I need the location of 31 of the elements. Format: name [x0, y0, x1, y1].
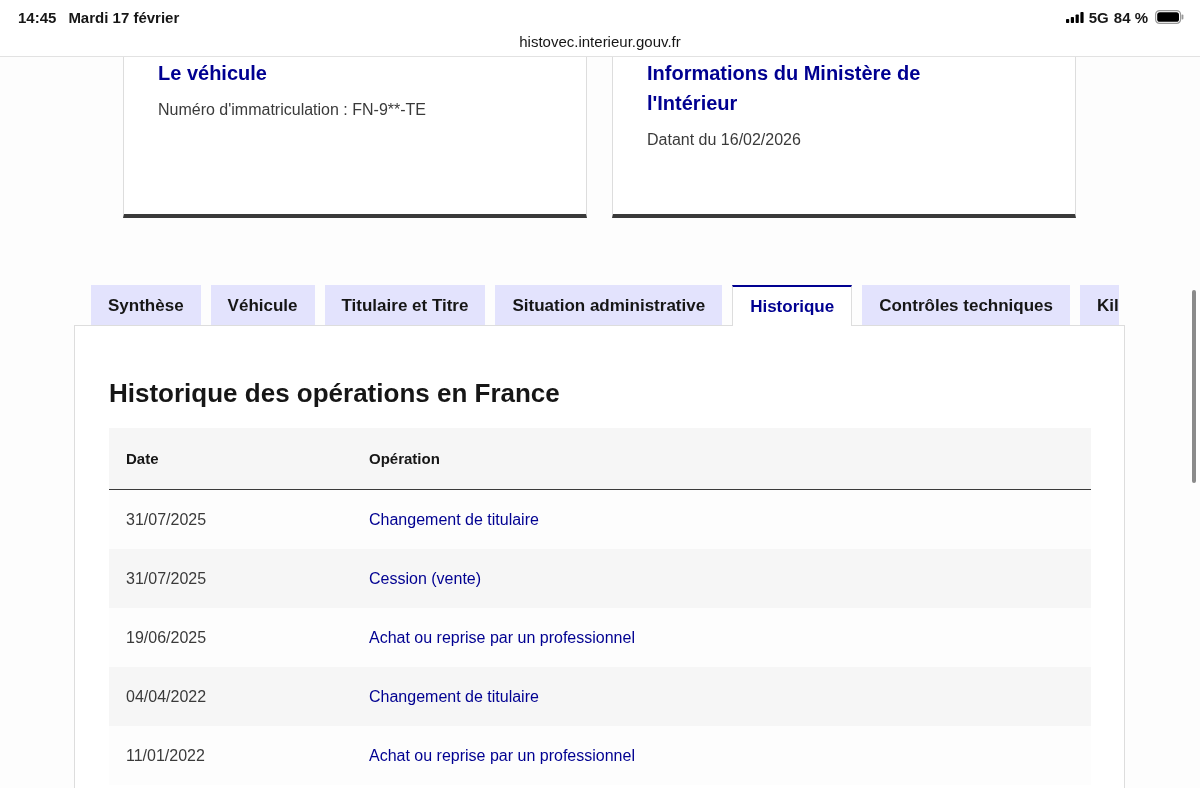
tab[interactable]: Véhicule	[210, 285, 315, 325]
date-cell: 19/06/2025	[126, 628, 207, 646]
tab[interactable]: Synthèse	[91, 285, 201, 325]
signal-icon	[1065, 11, 1084, 23]
clock-time: 14:45	[18, 8, 57, 26]
status-date: Mardi 17 février	[68, 8, 180, 26]
tab[interactable]: Historique	[732, 285, 853, 326]
card-text: Datant du 16/02/2026	[647, 130, 801, 150]
card-title-link[interactable]: Informations du Ministère de l'Intérieur	[647, 58, 977, 118]
battery-percent: 84 %	[1113, 8, 1148, 26]
address-url[interactable]: histovec.interieur.gouv.fr	[519, 34, 681, 50]
date-cell: 31/07/2025	[126, 510, 207, 528]
operation-link[interactable]: Cession (vente)	[369, 569, 482, 588]
date-cell: 11/01/2022	[126, 746, 205, 764]
column-header: Date	[126, 449, 159, 467]
operation-link[interactable]: Changement de titulaire	[369, 510, 539, 529]
tab[interactable]: Situation administrative	[495, 285, 723, 325]
network-label: 5G	[1088, 8, 1109, 26]
operation-link[interactable]: Achat ou reprise par un professionnel	[369, 746, 635, 765]
tab[interactable]: Titulaire et Titre	[324, 285, 486, 325]
section-heading: Historique des opérations en France	[109, 377, 561, 410]
column-header: Opération	[369, 450, 440, 467]
battery-icon	[1155, 10, 1184, 24]
tab[interactable]: Contrôles techniques	[862, 285, 1070, 325]
card-text: Numéro d'immatriculation : FN-9**-TE	[158, 100, 426, 120]
card-title-link[interactable]: Le véhicule	[158, 58, 267, 88]
date-cell: 31/07/2025	[126, 569, 207, 587]
operation-link[interactable]: Changement de titulaire	[369, 687, 539, 706]
tab[interactable]: Kil	[1080, 285, 1119, 325]
date-cell: 04/04/2022	[126, 687, 207, 705]
operation-link[interactable]: Achat ou reprise par un professionnel	[369, 628, 635, 647]
